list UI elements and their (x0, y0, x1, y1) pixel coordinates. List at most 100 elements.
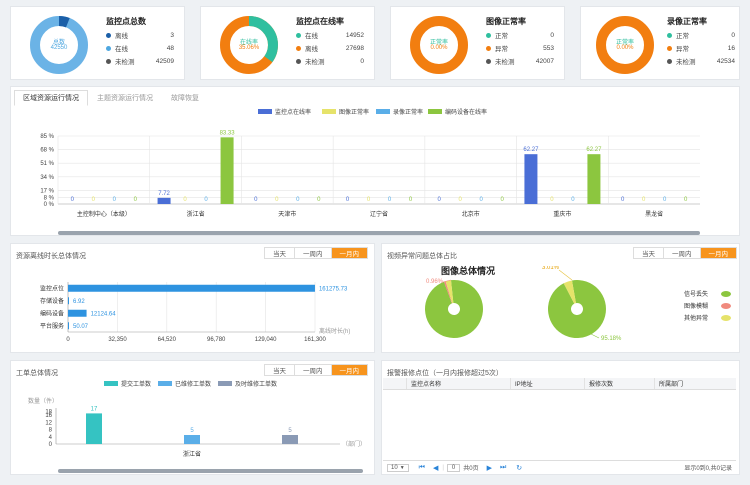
x-tick-label: 96,780 (207, 337, 226, 343)
period-today[interactable]: 当天 (634, 248, 664, 258)
legend-item[interactable]: 提交工单数 (104, 379, 151, 388)
kpi-row-label: 未检测 (305, 59, 325, 66)
data-label: 62.27 (586, 147, 602, 153)
kpi-center-value: 0.00% (616, 45, 634, 51)
legend-item[interactable]: 编码设备在线率 (428, 107, 487, 116)
kpi-row-label: 异常 (495, 46, 508, 53)
refresh-icon[interactable]: ↻ (516, 464, 522, 472)
kpi-row: 异常 16 (667, 43, 735, 53)
period-week[interactable]: 一周内 (295, 248, 332, 258)
legend-dot (486, 58, 491, 64)
kpi-row-value: 0 (360, 57, 364, 65)
row-checkbox-col (383, 378, 407, 389)
y-tick-label: 0 (49, 442, 53, 448)
pager-summary: 显示0到0,共0记录 (684, 466, 732, 472)
x-tick-label: 0 (66, 337, 70, 343)
legend-swatch (721, 315, 731, 321)
x-axis-label: （部门） (342, 440, 366, 448)
x-tick-label: 浙江省 (183, 450, 201, 458)
first-page-icon[interactable]: ⏮ (419, 464, 425, 472)
kpi-row-value: 0 (550, 31, 554, 39)
legend-swatch (258, 109, 272, 114)
legend-dot (667, 45, 672, 51)
legend-dot (667, 32, 672, 38)
tab-topic[interactable]: 主题资源运行情况 (88, 90, 162, 106)
legend-item[interactable]: 监控点在线率 (258, 107, 311, 116)
kpi-row-value: 42007 (535, 57, 554, 65)
y-tick-label: 0 % (44, 202, 55, 208)
kpi-card-online-rate: 在线率 35.06% 监控点在线率 在线 14952 离线 27698 未检测 0 (200, 6, 375, 80)
kpi-row: 离线 3 (106, 30, 174, 40)
period-today[interactable]: 当天 (265, 248, 295, 258)
legend-dot (667, 58, 672, 64)
period-month[interactable]: 一月内 (331, 248, 367, 258)
column-header[interactable]: 所属部门 (655, 378, 736, 389)
legend-dot (486, 32, 491, 38)
kpi-title: 监控点总数 (106, 17, 146, 26)
kpi-card-image-rate: 正常率 0.00% 图像正常率 正常 0 异常 553 未检测 42007 (390, 6, 565, 80)
page-size-select[interactable]: 10 ▼ (387, 463, 409, 472)
column-header[interactable]: 监控点名称 (407, 378, 511, 389)
y-tick-label: 8 (49, 428, 53, 434)
period-week[interactable]: 一周内 (664, 248, 701, 258)
y-axis-label: 数量（件） (28, 397, 58, 405)
data-label: 83.33 (220, 130, 236, 136)
period-week[interactable]: 一周内 (295, 365, 332, 375)
period-month[interactable]: 一月内 (331, 365, 367, 375)
page-input[interactable]: 0 (446, 463, 461, 472)
next-page-icon[interactable]: ▶ (487, 464, 492, 472)
column-header[interactable]: IP地址 (511, 378, 585, 389)
resource-panel-title: 资源离线时长总体情况 (16, 253, 86, 260)
legend-swatch (376, 109, 390, 114)
legend-item[interactable]: 录像正常率 (376, 107, 423, 116)
last-page-icon[interactable]: ⏭ (500, 464, 506, 472)
resource-hbar-chart: 0 32,350 64,520 96,780 129,040 161,300 离线时长(h)… (40, 282, 350, 343)
kpi-title: 录像正常率 (667, 17, 707, 26)
kpi-row: 正常 0 (486, 30, 554, 40)
bar (68, 309, 87, 317)
resource-period-switch: 当天 一周内 一月内 (264, 247, 368, 259)
data-label: 62.27 (523, 147, 539, 153)
legend-item[interactable]: 图像正常率 (322, 107, 369, 116)
y-tick-label: 8 % (44, 196, 55, 202)
legend-dot (106, 58, 111, 64)
pie-slice (425, 280, 483, 338)
legend-item[interactable]: 已维修工单数 (158, 379, 211, 388)
legend-swatch (721, 291, 731, 297)
y-tick-label: 18 (45, 410, 52, 416)
ticket-scrollbar[interactable] (58, 469, 363, 473)
legend-swatch (721, 303, 731, 309)
kpi-row-label: 离线 (305, 46, 318, 53)
chart-scrollbar[interactable] (58, 231, 700, 235)
legend-swatch (104, 381, 118, 386)
legend-label: 编码设备在线率 (445, 110, 488, 116)
ticket-panel-title: 工单总体情况 (16, 370, 58, 377)
callout-line (558, 269, 573, 281)
kpi-row-label: 正常 (495, 33, 508, 40)
x-tick-label: 北京市 (462, 210, 480, 218)
period-month[interactable]: 一月内 (700, 248, 736, 258)
tab-region[interactable]: 区域资源运行情况 (14, 90, 88, 106)
kpi-row: 未检测 0 (296, 56, 364, 66)
x-tick-label: 161,300 (304, 337, 326, 343)
legend-dot (106, 45, 111, 51)
bar (68, 297, 69, 305)
legend-item[interactable]: 及时维修工单数 (218, 379, 277, 388)
legend-dot (296, 45, 301, 51)
bar (68, 284, 315, 292)
x-tick-label: 天津市 (278, 210, 296, 218)
kpi-row-value: 48 (166, 44, 174, 52)
column-header[interactable]: 报修次数 (585, 378, 655, 389)
kpi-row: 在线 48 (106, 43, 174, 53)
kpi-title: 监控点在线率 (296, 17, 344, 26)
tab-fault[interactable]: 故障恢复 (162, 90, 208, 106)
legend-dot (296, 32, 301, 38)
period-today[interactable]: 当天 (265, 365, 295, 375)
y-tick-label: 平台服务 (40, 322, 64, 330)
prev-page-icon[interactable]: ◀ (433, 464, 438, 472)
legend-swatch (218, 381, 232, 386)
kpi-row: 在线 14952 (296, 30, 364, 40)
legend-label: 已维修工单数 (175, 382, 212, 388)
alarm-table-header: 监控点名称 IP地址 报修次数 所属部门 (383, 378, 736, 390)
y-tick-label: 68 % (40, 148, 54, 154)
